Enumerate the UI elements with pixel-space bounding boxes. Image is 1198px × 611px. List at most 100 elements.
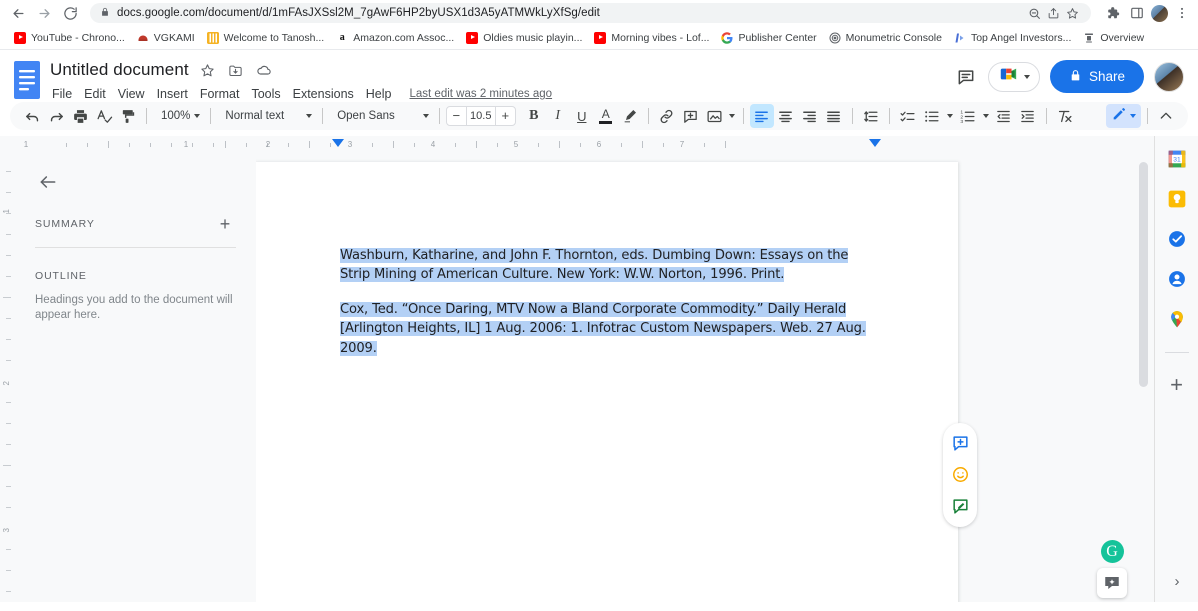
star-icon[interactable]: [199, 61, 217, 79]
google-tasks-icon[interactable]: [1166, 228, 1188, 250]
bookmark-item[interactable]: Publisher Center: [715, 30, 822, 46]
document-paragraph[interactable]: Washburn, Katharine, and John F. Thornto…: [340, 246, 874, 285]
paragraph-style-select[interactable]: Normal text: [217, 110, 316, 122]
print-icon[interactable]: [68, 104, 92, 128]
line-spacing-icon[interactable]: [859, 104, 883, 128]
menu-tools[interactable]: Tools: [245, 85, 286, 103]
collapse-toolbar-icon[interactable]: [1154, 104, 1178, 128]
three-dot-menu-icon[interactable]: [1172, 3, 1192, 23]
align-right-icon[interactable]: [798, 104, 822, 128]
highlight-pen-icon[interactable]: [618, 104, 642, 128]
grammarly-icon[interactable]: G: [1100, 540, 1124, 563]
insert-link-icon[interactable]: [655, 104, 679, 128]
ruler-number: 7: [679, 140, 685, 149]
editing-mode-button[interactable]: [1106, 104, 1141, 128]
font-size-increase[interactable]: +: [496, 107, 515, 125]
menu-insert[interactable]: Insert: [151, 85, 194, 103]
bookmark-item[interactable]: Oldies music playin...: [460, 30, 588, 46]
menu-help[interactable]: Help: [360, 85, 398, 103]
bookmark-item[interactable]: VGKAMI: [131, 30, 201, 46]
right-indent-marker[interactable]: [869, 139, 881, 147]
underline-button[interactable]: U: [570, 104, 594, 128]
bookmark-item[interactable]: Welcome to Tanosh...: [201, 30, 331, 46]
decrease-indent-icon[interactable]: [992, 104, 1016, 128]
document-scrollbar[interactable]: [1139, 158, 1148, 598]
undo-icon[interactable]: [20, 104, 44, 128]
menu-edit[interactable]: Edit: [78, 85, 112, 103]
zoom-icon[interactable]: [1026, 5, 1043, 22]
document-page[interactable]: Washburn, Katharine, and John F. Thornto…: [256, 162, 958, 602]
address-bar[interactable]: docs.google.com/document/d/1mFAsJXSsl2M_…: [90, 3, 1091, 23]
plus-icon[interactable]: +: [1165, 373, 1189, 397]
font-size-value[interactable]: 10.5: [465, 107, 496, 125]
suggest-edit-icon[interactable]: [949, 495, 971, 517]
last-edit-status[interactable]: Last edit was 2 minutes ago: [410, 88, 553, 100]
bookmark-item[interactable]: Top Angel Investors...: [948, 30, 1077, 46]
menu-extensions[interactable]: Extensions: [287, 85, 360, 103]
comment-history-icon[interactable]: [954, 65, 978, 89]
paint-format-icon[interactable]: [116, 104, 140, 128]
redo-icon[interactable]: [44, 104, 68, 128]
reload-icon[interactable]: [58, 1, 82, 25]
font-family-select[interactable]: Open Sans: [329, 110, 433, 122]
increase-indent-icon[interactable]: [1016, 104, 1040, 128]
bookmark-item[interactable]: Morning vibes - Lof...: [588, 30, 715, 46]
cloud-saved-icon[interactable]: [255, 61, 273, 79]
move-to-folder-icon[interactable]: [227, 61, 245, 79]
page-title[interactable]: Untitled document: [50, 60, 189, 80]
align-justify-icon[interactable]: [822, 104, 846, 128]
align-center-icon[interactable]: [774, 104, 798, 128]
chrome-profile-avatar[interactable]: [1151, 4, 1168, 22]
google-keep-icon[interactable]: [1166, 188, 1188, 210]
menu-format[interactable]: Format: [194, 85, 246, 103]
document-paragraph[interactable]: Cox, Ted. “Once Daring, MTV Now a Bland …: [340, 300, 874, 358]
font-size-decrease[interactable]: −: [447, 107, 466, 125]
bookmark-item[interactable]: a Amazon.com Assoc...: [330, 30, 460, 46]
italic-button[interactable]: I: [546, 104, 570, 128]
back-arrow-icon[interactable]: [6, 1, 30, 25]
google-maps-icon[interactable]: [1166, 308, 1188, 330]
google-docs-logo[interactable]: [12, 60, 42, 100]
bookmark-item[interactable]: Overview: [1077, 30, 1150, 46]
bookmark-star-icon[interactable]: [1064, 5, 1081, 22]
google-calendar-icon[interactable]: 31: [1166, 148, 1188, 170]
chevron-right-icon[interactable]: ›: [1175, 573, 1180, 590]
puzzle-icon[interactable]: [1103, 3, 1123, 23]
vertical-ruler[interactable]: 1 2 3: [0, 153, 17, 602]
google-meet-button[interactable]: [987, 61, 1040, 92]
menu-file[interactable]: File: [46, 85, 78, 103]
add-comment-icon[interactable]: [949, 433, 971, 455]
chevron-down-icon[interactable]: [728, 114, 735, 118]
chevron-down-icon[interactable]: [982, 114, 989, 118]
bold-button[interactable]: B: [522, 104, 546, 128]
scrollbar-thumb[interactable]: [1139, 162, 1148, 387]
checklist-icon[interactable]: [896, 104, 920, 128]
zoom-level-select[interactable]: 100%: [153, 110, 204, 122]
docs-header: Untitled document File Edit View Insert …: [0, 50, 1198, 102]
left-indent-marker[interactable]: [332, 139, 344, 147]
bulleted-list-icon[interactable]: [920, 104, 944, 128]
plus-icon[interactable]: +: [214, 213, 236, 235]
chevron-down-icon[interactable]: [946, 114, 953, 118]
clear-formatting-icon[interactable]: [1053, 104, 1077, 128]
emoji-reaction-icon[interactable]: [949, 464, 971, 486]
explore-sparkle-icon[interactable]: [1097, 568, 1127, 598]
text-color-button[interactable]: A: [594, 104, 618, 128]
share-button[interactable]: Share: [1049, 60, 1144, 93]
bookmark-item[interactable]: YouTube - Chrono...: [8, 30, 131, 46]
horizontal-ruler[interactable]: 1 1 2 3 4 5 6 7: [20, 136, 1140, 153]
avatar[interactable]: [1154, 61, 1184, 92]
insert-image-icon[interactable]: [703, 104, 727, 128]
google-contacts-icon[interactable]: [1166, 268, 1188, 290]
numbered-list-icon[interactable]: 123: [956, 104, 980, 128]
align-left-icon[interactable]: [749, 104, 774, 128]
font-size-stepper[interactable]: − 10.5 +: [445, 106, 516, 126]
bookmark-item[interactable]: Monumetric Console: [823, 30, 948, 46]
side-panel-icon[interactable]: [1127, 3, 1147, 23]
back-arrow-icon[interactable]: [35, 169, 61, 195]
spellcheck-icon[interactable]: [92, 104, 116, 128]
share-icon[interactable]: [1045, 5, 1062, 22]
menu-view[interactable]: View: [112, 85, 151, 103]
add-comment-icon[interactable]: [679, 104, 703, 128]
forward-arrow-icon[interactable]: [32, 1, 56, 25]
